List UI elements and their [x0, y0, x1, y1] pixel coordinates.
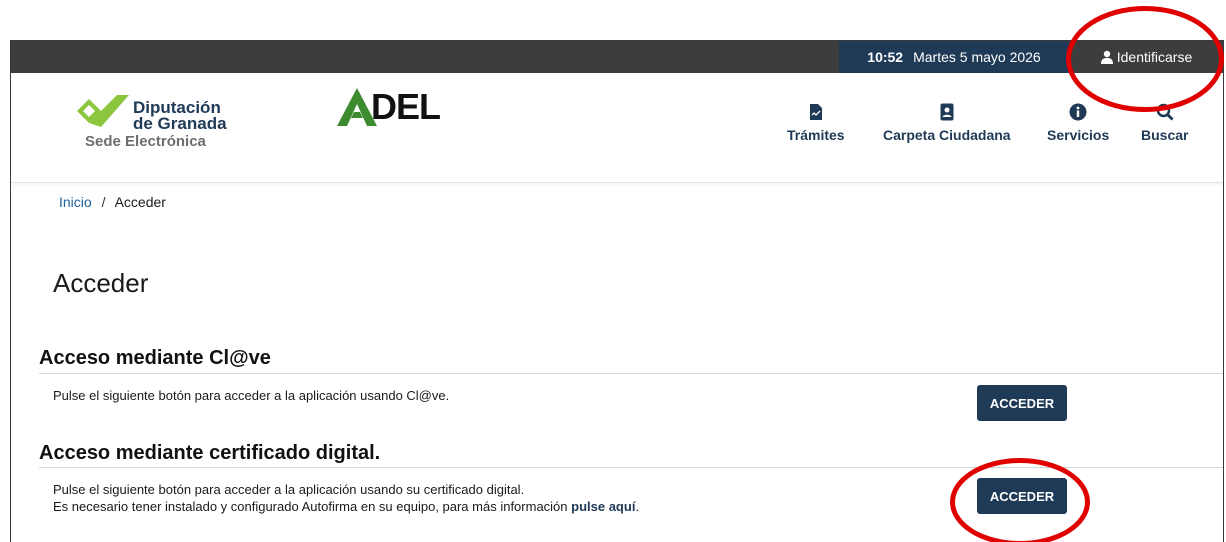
section-divider: [39, 373, 1223, 374]
logo-name-line2: de Granada: [133, 114, 227, 133]
adel-logo[interactable]: DEL: [337, 86, 441, 127]
top-bar: 10:52 Martes 5 mayo 2026 Identificarse: [11, 41, 1223, 73]
certificado-text-line2: Es necesario tener instalado y configura…: [53, 498, 639, 515]
autofirma-text: Es necesario tener instalado y configura…: [53, 499, 572, 514]
breadcrumb: Inicio / Acceder: [59, 194, 166, 210]
site-header: Diputación de Granada Sede Electrónica D…: [11, 73, 1223, 183]
annotation-circle-acceder: [950, 458, 1090, 542]
diputacion-mark-icon: [77, 95, 129, 127]
section-text-certificado: Pulse el siguiente botón para acceder a …: [53, 481, 639, 515]
nav-carpeta-ciudadana[interactable]: Carpeta Ciudadana: [883, 95, 1011, 143]
pulse-aqui-link[interactable]: pulse aquí: [571, 499, 635, 514]
section-title-certificado: Acceso mediante certificado digital.: [39, 442, 381, 464]
section-text-clave: Pulse el siguiente botón para acceder a …: [53, 388, 450, 403]
current-time: 10:52: [867, 49, 904, 65]
acceder-clave-button[interactable]: ACCEDER: [977, 385, 1067, 421]
breadcrumb-home-link[interactable]: Inicio: [59, 194, 92, 210]
nav-label: Trámites: [787, 127, 845, 143]
page-title: Acceder: [53, 268, 149, 298]
annotation-circle-login: [1066, 6, 1224, 112]
autofirma-text-end: .: [635, 499, 640, 514]
breadcrumb-separator: /: [101, 194, 106, 210]
info-icon: [1069, 103, 1087, 121]
datetime-display: 10:52 Martes 5 mayo 2026: [839, 41, 1069, 73]
diputacion-logo[interactable]: Diputación de Granada Sede Electrónica: [71, 91, 251, 161]
document-icon: [809, 104, 822, 120]
nav-label: Buscar: [1141, 127, 1189, 143]
current-date: Martes 5 mayo 2026: [913, 49, 1041, 65]
section-title-clave: Acceso mediante Cl@ve: [39, 347, 271, 369]
nav-label: Carpeta Ciudadana: [883, 127, 1011, 143]
id-card-icon: [940, 103, 954, 121]
certificado-text-line1: Pulse el siguiente botón para acceder a …: [53, 482, 525, 497]
nav-tramites[interactable]: Trámites: [787, 95, 845, 143]
breadcrumb-current: Acceder: [114, 194, 166, 210]
nav-label: Servicios: [1047, 127, 1110, 143]
logo-subtitle: Sede Electrónica: [85, 133, 206, 150]
adel-letters: DEL: [371, 86, 441, 127]
